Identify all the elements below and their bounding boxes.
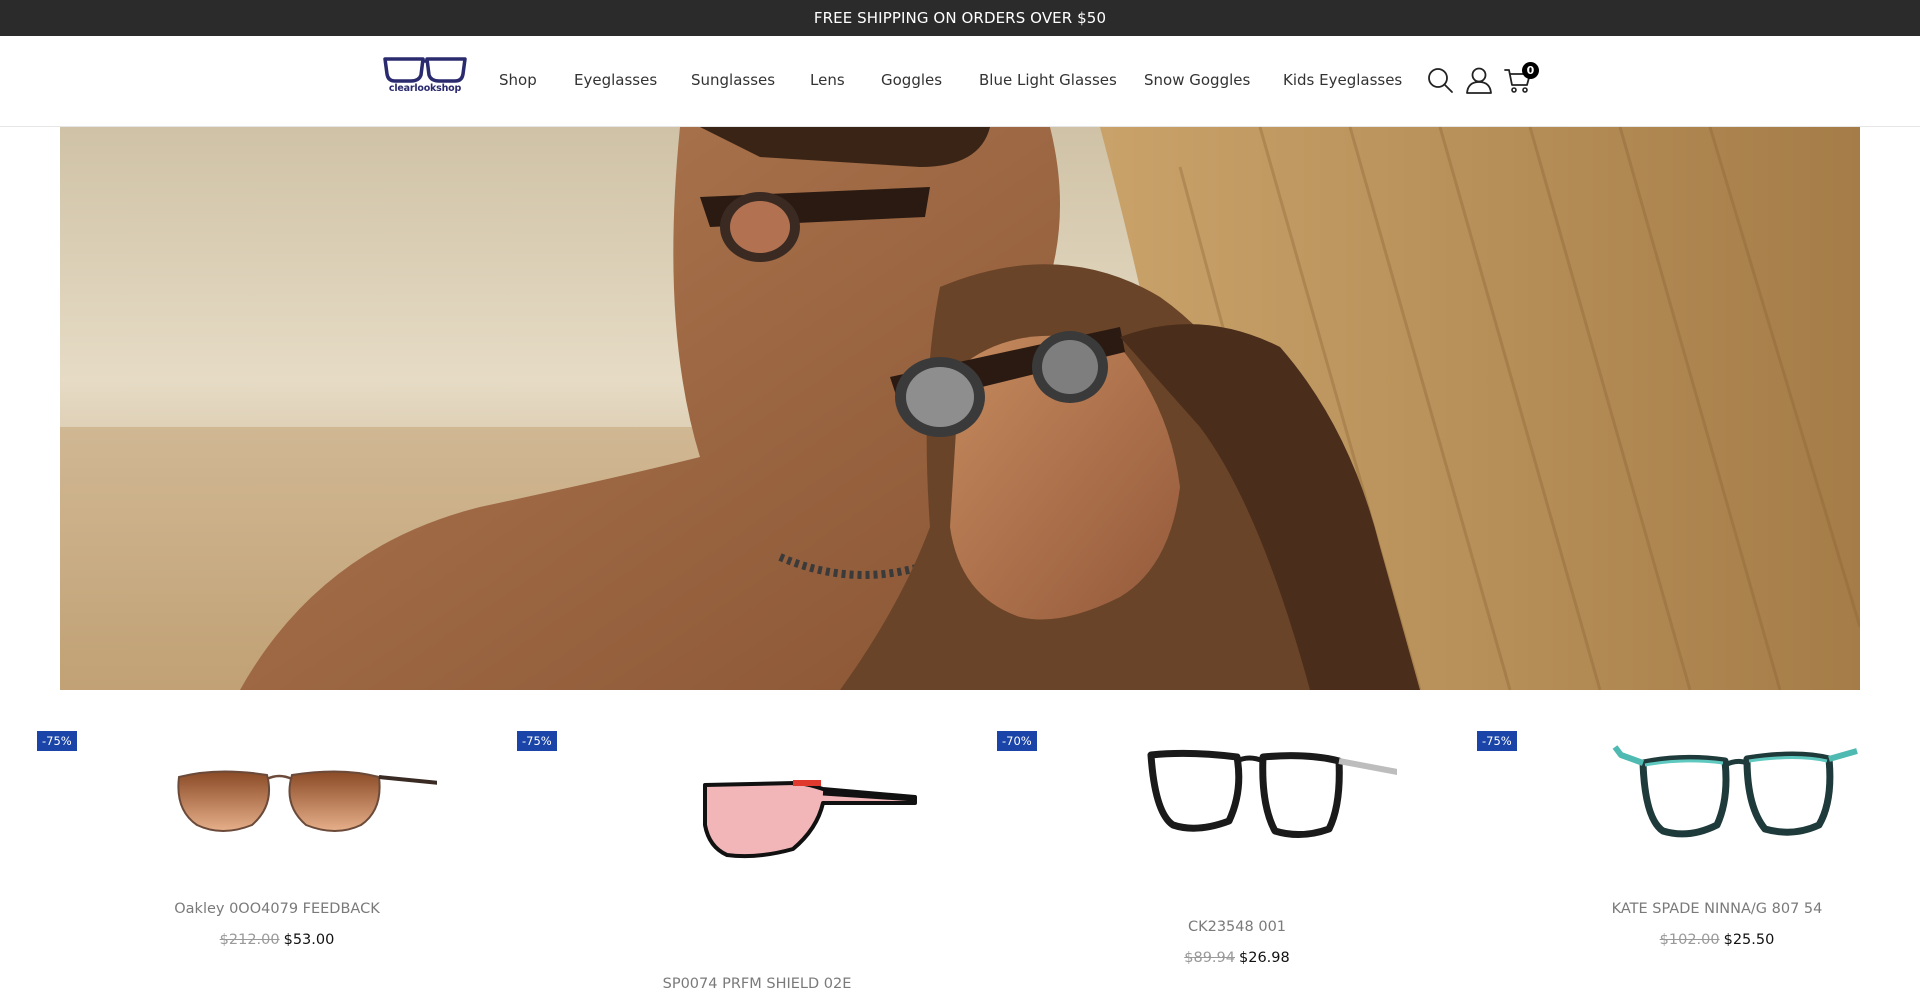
discount-badge: -70% (997, 731, 1037, 751)
product-name[interactable]: Oakley 0OO4079 FEEDBACK (37, 901, 517, 917)
product-image[interactable] (117, 725, 445, 875)
product-price: $102.00 $25.50 (1477, 932, 1920, 948)
product-card[interactable]: -70% CK23548 001 $89.94 $26.98 (997, 725, 1477, 993)
product-card[interactable]: -75% KATE SPADE NINNA/G 807 54 $102.00 $2… (1477, 725, 1920, 993)
discount-badge: -75% (37, 731, 77, 751)
product-name[interactable]: KATE SPADE NINNA/G 807 54 (1477, 901, 1920, 917)
main-nav: Shop Eyeglasses Sunglasses Lens Goggles … (0, 36, 1920, 127)
nav-item-lens[interactable]: Lens (810, 71, 845, 89)
product-card[interactable]: -75% Oakley 0OO4079 FEEDBACK $212.00 $53.… (37, 725, 517, 993)
product-name[interactable]: SP0074 PRFM SHIELD 02E (517, 976, 997, 992)
sale-price: $53.00 (283, 932, 335, 948)
announcement-bar: FREE SHIPPING ON ORDERS OVER $50 (0, 0, 1920, 36)
site-header: clearlookshop Shop Eyeglasses Sunglasses… (0, 36, 1920, 127)
product-card[interactable]: -75% SP0074 PRFM SHIELD 02E (517, 725, 997, 993)
aviator-sunglasses-image (177, 770, 445, 832)
account-button[interactable] (1465, 66, 1493, 94)
product-image[interactable] (1557, 725, 1877, 875)
original-price: $89.94 (1184, 950, 1235, 966)
nav-item-shop[interactable]: Shop (499, 71, 537, 89)
cart-button[interactable]: 0 (1504, 62, 1539, 94)
sale-price: $26.98 (1239, 950, 1290, 966)
user-icon (1466, 67, 1492, 94)
cart-count-badge: 0 (1522, 62, 1539, 79)
nav-item-eyeglasses[interactable]: Eyeglasses (574, 71, 657, 89)
shield-sunglasses-image (703, 780, 917, 859)
nav-item-snow-goggles[interactable]: Snow Goggles (1144, 71, 1250, 89)
sale-price: $25.50 (1723, 932, 1775, 948)
product-image[interactable] (597, 725, 917, 875)
teal-eyeglasses-image (1612, 745, 1858, 838)
black-eyeglasses-image (1147, 749, 1428, 838)
nav-item-kids-eyeglasses[interactable]: Kids Eyeglasses (1283, 71, 1402, 89)
product-name[interactable]: CK23548 001 (997, 919, 1477, 935)
original-price: $212.00 (219, 932, 280, 948)
discount-badge: -75% (517, 731, 557, 751)
original-price: $102.00 (1659, 932, 1720, 948)
product-image[interactable] (1077, 725, 1428, 875)
discount-badge: -75% (1477, 731, 1517, 751)
search-button[interactable] (1426, 66, 1454, 94)
search-icon (1428, 68, 1453, 93)
product-price: $212.00 $53.00 (37, 932, 517, 948)
hero-image (60, 127, 1860, 690)
product-price: $89.94 $26.98 (997, 950, 1477, 966)
hero-banner[interactable] (60, 127, 1860, 690)
nav-item-sunglasses[interactable]: Sunglasses (691, 71, 775, 89)
announcement-text: FREE SHIPPING ON ORDERS OVER $50 (813, 9, 1107, 27)
nav-item-blue-light-glasses[interactable]: Blue Light Glasses (979, 71, 1117, 89)
nav-item-goggles[interactable]: Goggles (881, 71, 942, 89)
